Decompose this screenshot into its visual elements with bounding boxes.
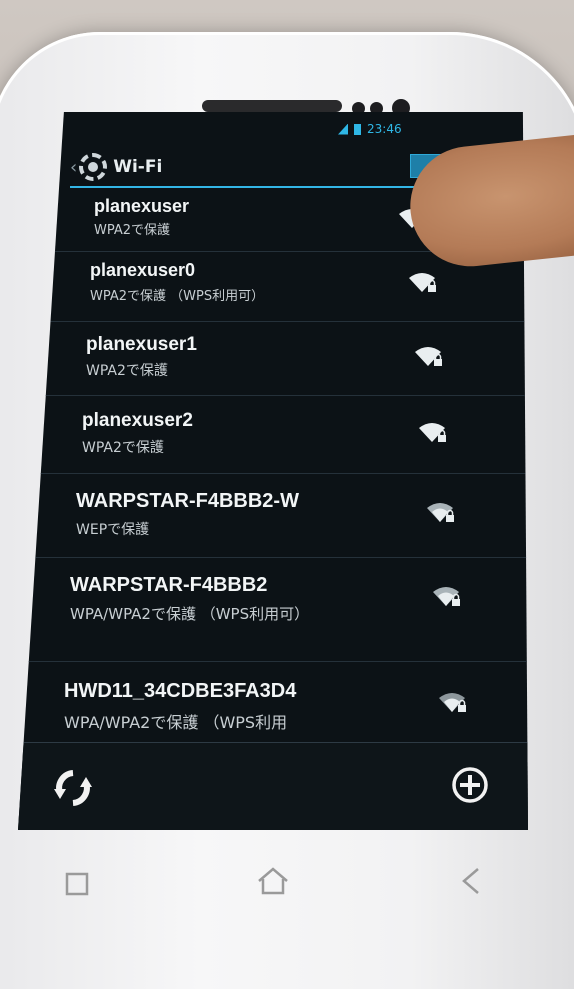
wifi-signal-lock-icon xyxy=(432,584,462,608)
bottom-action-bar xyxy=(18,742,528,830)
add-network-icon[interactable] xyxy=(450,765,490,809)
network-item[interactable]: HWD11_34CDBE3FA3D4 WPA/WPA2で保護 （WPS利用 xyxy=(18,662,528,752)
network-ssid: WARPSTAR-F4BBB2 xyxy=(70,574,268,596)
wifi-signal-lock-icon xyxy=(414,344,444,368)
battery-icon xyxy=(354,123,361,135)
wifi-signal-lock-icon xyxy=(418,420,448,444)
wifi-signal-lock-icon xyxy=(426,500,456,524)
network-item[interactable]: WARPSTAR-F4BBB2-W WEPで保護 xyxy=(18,474,528,558)
network-ssid: planexuser0 xyxy=(90,260,196,280)
network-ssid: planexuser1 xyxy=(86,334,197,355)
network-ssid: planexuser2 xyxy=(82,410,193,431)
wifi-signal-lock-icon xyxy=(438,690,468,714)
network-security: WPA/WPA2で保護 （WPS利用 xyxy=(64,713,288,732)
network-item[interactable]: WARPSTAR-F4BBB2 WPA/WPA2で保護 （WPS利用可） xyxy=(18,558,528,662)
settings-gear-icon[interactable] xyxy=(79,153,108,181)
network-ssid: HWD11_34CDBE3FA3D4 xyxy=(64,680,297,702)
network-ssid: planexuser xyxy=(94,196,190,216)
network-security: WPA/WPA2で保護 （WPS利用可） xyxy=(70,605,310,623)
network-security: WEPで保護 xyxy=(76,522,150,538)
network-item[interactable]: planexuser2 WPA2で保護 xyxy=(18,396,528,474)
page-title: Wi-Fi xyxy=(113,157,163,177)
home-icon[interactable] xyxy=(256,866,290,904)
menu-icon[interactable] xyxy=(64,870,90,905)
status-bar: 23:46 xyxy=(338,120,402,138)
back-icon[interactable] xyxy=(458,866,482,904)
network-item[interactable]: planexuser1 WPA2で保護 xyxy=(18,322,528,396)
network-ssid: WARPSTAR-F4BBB2-W xyxy=(76,490,299,512)
signal-icon xyxy=(338,123,348,135)
up-caret-icon[interactable]: ‹ xyxy=(70,157,77,178)
network-security: WPA2で保護 （WPS利用可） xyxy=(90,289,265,304)
network-security: WPA2で保護 xyxy=(86,363,168,379)
status-time: 23:46 xyxy=(367,122,402,136)
wifi-signal-lock-icon xyxy=(408,270,438,294)
network-security: WPA2で保護 xyxy=(82,440,164,456)
scan-refresh-icon[interactable] xyxy=(52,767,94,813)
network-list: planexuser WPA2で保護 planexuser0 WPA2で保護 （… xyxy=(18,190,528,752)
network-security: WPA2で保護 xyxy=(94,223,171,238)
earpiece xyxy=(202,100,342,112)
